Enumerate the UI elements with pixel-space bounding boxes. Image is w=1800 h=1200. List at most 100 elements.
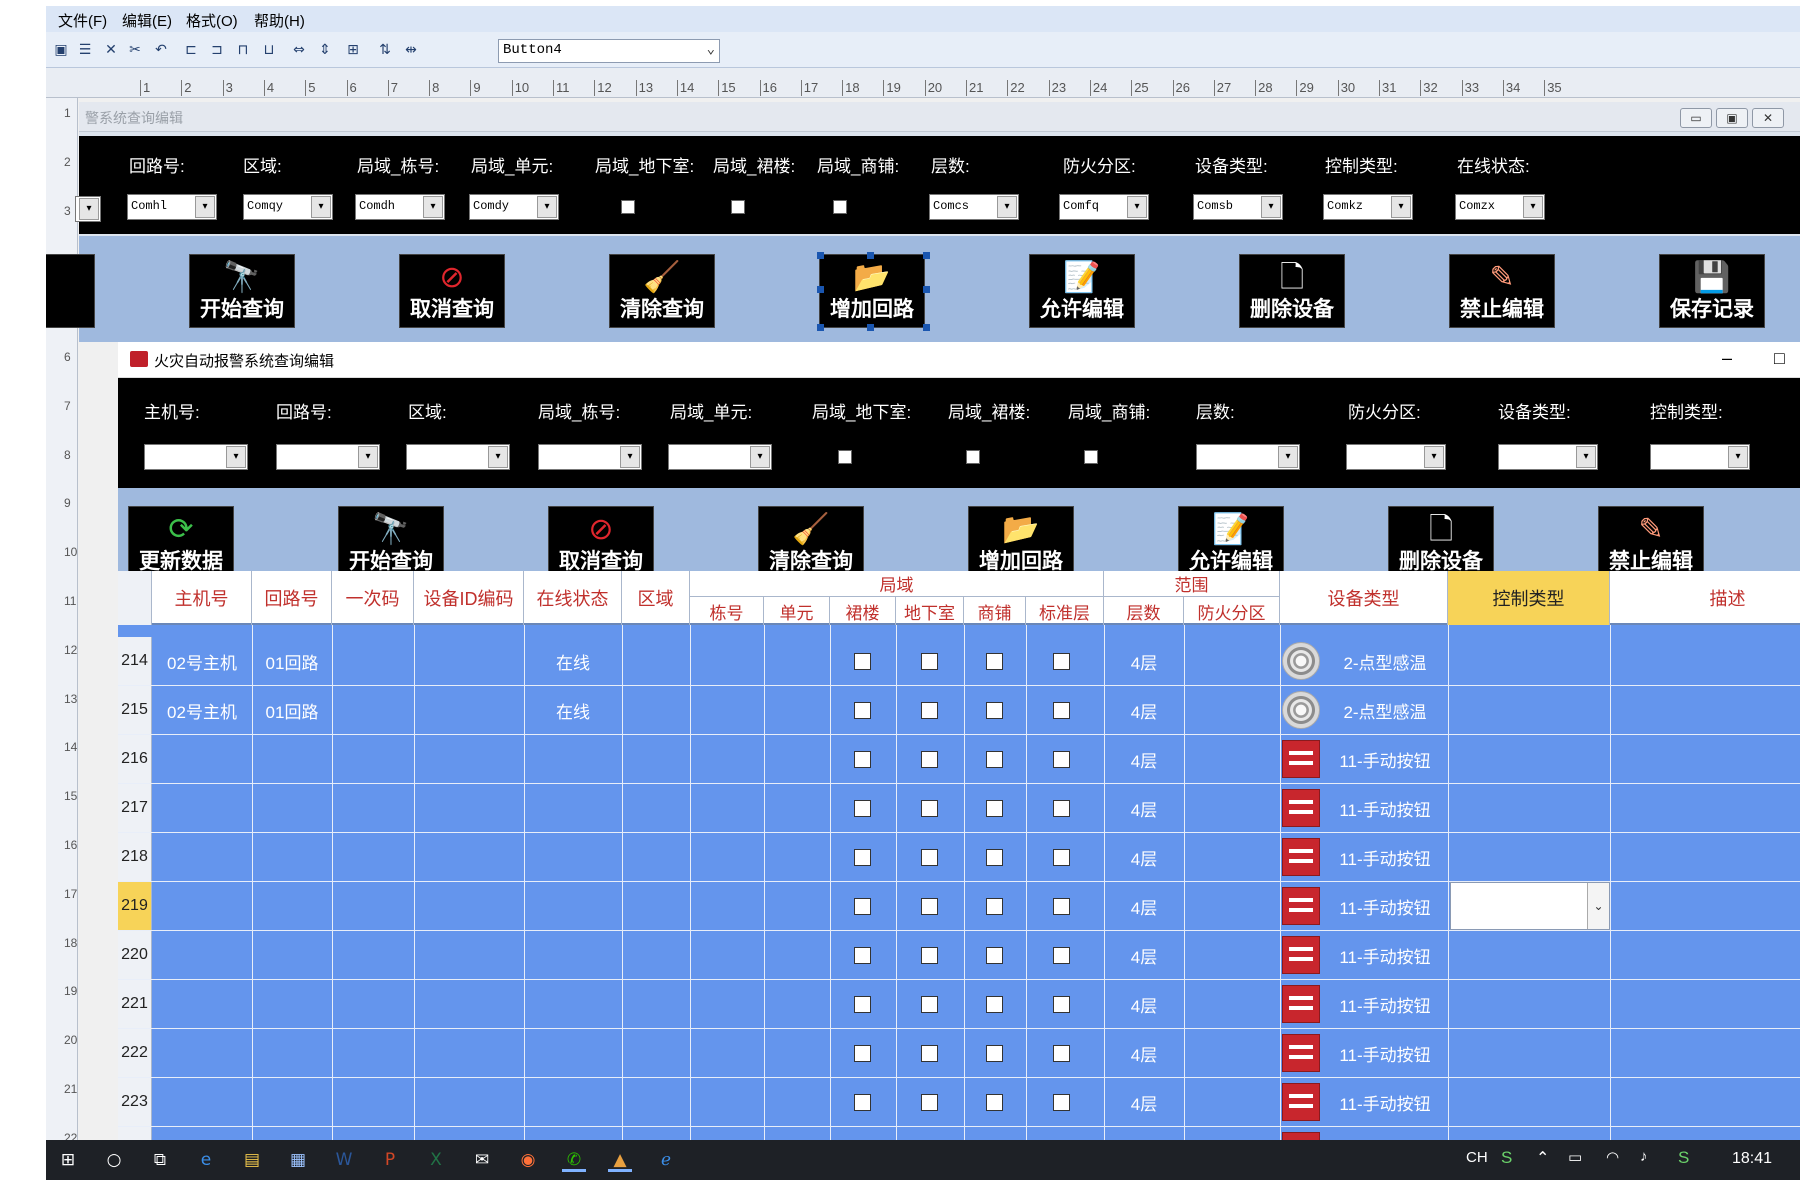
filter-checkbox[interactable]	[1084, 450, 1098, 464]
close-icon[interactable]: ✕	[1752, 108, 1784, 128]
filter-combo[interactable]: ▾	[144, 444, 248, 470]
chevron-down-icon[interactable]: ▾	[195, 196, 215, 218]
cell-floors[interactable]: 4层	[1104, 686, 1184, 734]
row-number[interactable]: 219	[118, 882, 152, 930]
row-checkbox[interactable]	[921, 1045, 938, 1062]
cell-loop[interactable]: 01回路	[252, 686, 332, 734]
row-checkbox[interactable]	[1053, 947, 1070, 964]
cell-loop[interactable]	[252, 833, 332, 881]
col-header-code[interactable]: 一次码	[332, 571, 414, 625]
corner-cell[interactable]	[118, 571, 152, 625]
row-checkbox[interactable]	[854, 751, 871, 768]
menu-item[interactable]: 帮助(H)	[254, 10, 305, 31]
minimize-icon[interactable]: ▭	[1680, 108, 1712, 128]
row-checkbox[interactable]	[986, 702, 1003, 719]
edge-icon[interactable]: e	[194, 1148, 218, 1172]
align-top-icon[interactable]: ⊓	[234, 41, 252, 59]
wechat-icon[interactable]: ✆	[562, 1148, 586, 1172]
windows-start-icon[interactable]: ⊞	[56, 1148, 80, 1172]
mail-icon[interactable]: ✉	[470, 1148, 494, 1172]
align-right-icon[interactable]: ⊐	[208, 41, 226, 59]
row-checkbox[interactable]	[986, 751, 1003, 768]
row-checkbox[interactable]	[854, 996, 871, 1013]
row-checkbox[interactable]	[921, 1094, 938, 1111]
chevron-down-icon[interactable]: ▾	[1391, 196, 1411, 218]
filter-combo[interactable]: ▾	[1650, 444, 1750, 470]
app-icon[interactable]: ▲	[608, 1148, 632, 1172]
row-checkbox[interactable]	[1053, 849, 1070, 866]
filter-checkbox[interactable]	[966, 450, 980, 464]
cell-online[interactable]	[524, 882, 622, 930]
cell-dev-type[interactable]: 11-手动按钮	[1322, 735, 1448, 783]
row-checkbox[interactable]	[986, 898, 1003, 915]
row-number[interactable]: 222	[118, 1029, 152, 1077]
filter-combo[interactable]: Comkz ▾	[1323, 194, 1413, 220]
cell-loop[interactable]	[252, 931, 332, 979]
row-checkbox[interactable]	[921, 653, 938, 670]
col-header-devid[interactable]: 设备ID编码	[414, 571, 524, 625]
selection-handle[interactable]	[817, 324, 824, 331]
col-header-loop[interactable]: 回路号	[252, 571, 332, 625]
cell-floors[interactable]: 4层	[1104, 1127, 1184, 1140]
row-checkbox[interactable]	[854, 898, 871, 915]
row-checkbox[interactable]	[986, 1045, 1003, 1062]
chevron-down-icon[interactable]: ▾	[358, 446, 378, 468]
table-row[interactable]: 221 4层 11-手动按钮	[118, 980, 1800, 1029]
runtime-button[interactable]: 📂 增加回路	[968, 506, 1074, 580]
row-checkbox[interactable]	[986, 996, 1003, 1013]
cell-floors[interactable]: 4层	[1104, 637, 1184, 685]
same-width-icon[interactable]: ⇔	[290, 41, 308, 59]
row-number[interactable]: 223	[118, 1078, 152, 1126]
cell-loop[interactable]	[252, 1078, 332, 1126]
row-checkbox[interactable]	[1053, 653, 1070, 670]
filter-combo[interactable]: ▾	[668, 444, 772, 470]
cell-floors[interactable]: 4层	[1104, 735, 1184, 783]
undo-icon[interactable]: ↶	[152, 41, 170, 59]
table-row[interactable]: 224 4层 11-手动按钮	[118, 1127, 1800, 1140]
sogou-tray-icon[interactable]: S	[1678, 1148, 1689, 1168]
col-header-desc[interactable]: 描述	[1610, 571, 1800, 625]
designer-button[interactable]: 🗋 删除设备	[1239, 254, 1345, 328]
chevron-down-icon[interactable]: ▾	[1127, 196, 1147, 218]
table-row[interactable]: 215 02号主机 01回路 在线 4层 2-点型感温	[118, 686, 1800, 735]
cell-online[interactable]	[524, 833, 622, 881]
store-icon[interactable]: ▦	[286, 1148, 310, 1172]
chevron-down-icon[interactable]: ▾	[311, 196, 331, 218]
row-checkbox[interactable]	[1053, 1094, 1070, 1111]
ctrl-type-combo[interactable]: ⌄	[1450, 882, 1610, 930]
filter-combo[interactable]: Comdh ▾	[355, 194, 445, 220]
firefox-icon[interactable]: ◉	[516, 1148, 540, 1172]
filter-checkbox[interactable]	[731, 200, 745, 214]
filter-combo[interactable]: ▾	[406, 444, 510, 470]
selection-handle[interactable]	[817, 286, 824, 293]
save-icon[interactable]: ▣	[52, 41, 70, 59]
cell-host[interactable]: 02号主机	[152, 686, 252, 734]
filter-combo[interactable]: Comqy ▾	[243, 194, 333, 220]
row-checkbox[interactable]	[986, 653, 1003, 670]
delete-icon[interactable]: ✕	[102, 41, 120, 59]
row-checkbox[interactable]	[1053, 751, 1070, 768]
cell-host[interactable]: 02号主机	[152, 637, 252, 685]
row-number[interactable]: 224	[118, 1127, 152, 1140]
chevron-down-icon[interactable]: ▾	[488, 446, 508, 468]
row-checkbox[interactable]	[921, 800, 938, 817]
powerpoint-icon[interactable]: P	[378, 1148, 402, 1172]
cell-floors[interactable]: 4层	[1104, 1078, 1184, 1126]
cell-host[interactable]	[152, 1029, 252, 1077]
col-header-floors[interactable]: 层数	[1104, 597, 1184, 625]
cell-dev-type[interactable]: 2-点型感温	[1322, 686, 1448, 734]
chevron-down-icon[interactable]: ▾	[1576, 446, 1596, 468]
menu-item[interactable]: 文件(F)	[58, 10, 107, 31]
table-row[interactable]: 223 4层 11-手动按钮	[118, 1078, 1800, 1127]
cell-loop[interactable]	[252, 980, 332, 1028]
designer-button[interactable]: 📂 增加回路	[819, 254, 925, 328]
chevron-up-icon[interactable]: ⌃	[1536, 1148, 1549, 1168]
selection-handle[interactable]	[867, 252, 874, 259]
size-icon[interactable]: ⊞	[344, 41, 362, 59]
selection-handle[interactable]	[923, 324, 930, 331]
filter-combo[interactable]: Comzx ▾	[1455, 194, 1545, 220]
cell-online[interactable]	[524, 735, 622, 783]
col-header-host[interactable]: 主机号	[152, 571, 252, 625]
cell-loop[interactable]	[252, 735, 332, 783]
cell-host[interactable]	[152, 1127, 252, 1140]
